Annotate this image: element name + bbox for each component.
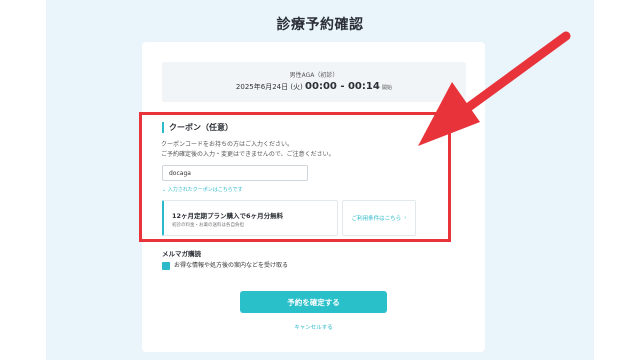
page-title: 診療予約確認 bbox=[276, 17, 364, 33]
booking-time-suffix: 開始 bbox=[382, 85, 393, 91]
newsletter-checkbox[interactable] bbox=[162, 262, 170, 276]
booking-datetime: 2025年6月24日 (火) 00:00 - 00:14 開始 bbox=[162, 81, 466, 92]
booking-time: 00:00 - 00:14 bbox=[305, 81, 380, 92]
booking-summary: 男性AGA（初診） 2025年6月24日 (火) 00:00 - 00:14 開… bbox=[162, 62, 466, 102]
booking-date: 2025年6月24日 (火) bbox=[235, 83, 303, 91]
confirm-booking-button[interactable]: 予約を確定する bbox=[240, 291, 387, 313]
newsletter-heading: メルマガ購読 bbox=[162, 250, 201, 258]
newsletter-checkbox-label[interactable]: お得な情報や処方後の案内などを受け取る bbox=[174, 262, 288, 270]
check-icon bbox=[163, 270, 170, 276]
cancel-link[interactable]: キャンセルする bbox=[240, 323, 387, 331]
booking-plan: 男性AGA（初診） bbox=[289, 72, 339, 79]
highlight-box bbox=[139, 112, 451, 242]
